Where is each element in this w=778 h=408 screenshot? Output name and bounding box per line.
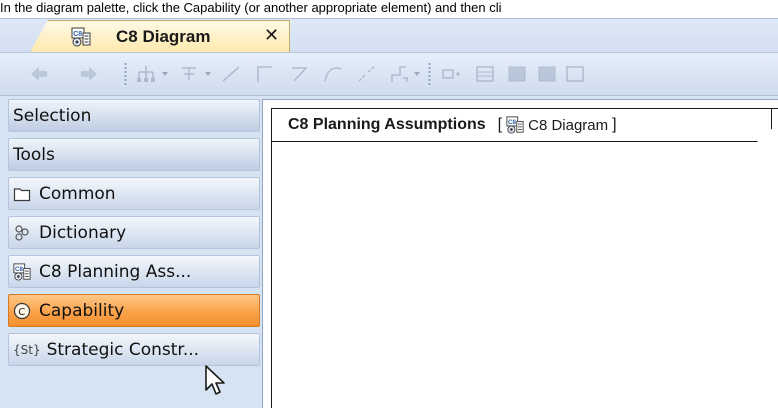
svg-text:C8: C8 [508, 119, 517, 126]
back-arrow-icon[interactable] [28, 63, 50, 85]
svg-text:C: C [18, 307, 25, 318]
fill-icon[interactable] [536, 63, 558, 85]
diagram-title[interactable]: C8 Planning Assumptions [ C8 C8 Diagram … [272, 109, 772, 142]
tab-label: C8 Diagram [116, 27, 211, 46]
palette-item-label: Strategic Constr... [46, 339, 200, 360]
folder-icon [13, 187, 31, 201]
c8-diagram-icon: C8 [13, 262, 31, 281]
chevron-down-icon[interactable] [162, 72, 168, 76]
mouse-cursor-icon [205, 365, 225, 395]
tab-strip: C8 C8 Diagram ✕ [0, 19, 778, 52]
fill-icon[interactable] [506, 63, 528, 85]
line-oblique-icon[interactable] [356, 63, 378, 85]
diagram-type: C8 Diagram [528, 116, 609, 134]
window-icon[interactable] [564, 63, 586, 85]
palette-group-common[interactable]: Common [8, 177, 260, 210]
diagram-toolbar [0, 52, 778, 96]
palette-item-label: Capability [39, 300, 125, 321]
line-bezier-icon[interactable] [322, 63, 344, 85]
palette-item-label: Selection [13, 105, 92, 126]
palette-selection[interactable]: Selection [8, 99, 260, 132]
palette-tools[interactable]: Tools [8, 138, 260, 171]
diagram-canvas[interactable]: C8 Planning Assumptions [ C8 C8 Diagram … [262, 99, 778, 408]
instruction-text: In the diagram palette, click the Capabi… [0, 0, 502, 15]
diagram-frame: C8 Planning Assumptions [ C8 C8 Diagram … [271, 108, 778, 408]
layout-hierarchy-icon[interactable] [178, 63, 200, 85]
svg-text:C8: C8 [15, 266, 24, 273]
line-straight-icon[interactable] [220, 63, 242, 85]
toolbar-grip[interactable] [124, 62, 127, 86]
chevron-down-icon[interactable] [414, 72, 420, 76]
svg-text:C8: C8 [73, 31, 82, 38]
c8-diagram-icon: C8 [506, 116, 524, 134]
forward-arrow-icon[interactable] [78, 63, 100, 85]
diagram-palette: Selection Tools Common Dictionary C8 C8 … [8, 99, 260, 408]
palette-item-label: Tools [13, 144, 55, 165]
close-icon[interactable]: ✕ [264, 25, 279, 46]
toolbar-grip[interactable] [428, 62, 431, 86]
line-orthogonal-icon[interactable] [254, 63, 276, 85]
line-route-icon[interactable] [388, 63, 410, 85]
chevron-down-icon[interactable] [205, 72, 211, 76]
strategic-constraint-icon: {St} [13, 342, 41, 357]
palette-item-label: Common [39, 183, 116, 204]
dictionary-icon [15, 224, 29, 241]
line-rectilinear-icon[interactable] [288, 63, 310, 85]
tab-c8-diagram[interactable]: C8 C8 Diagram ✕ [30, 20, 290, 52]
palette-tool-strategic-constraint[interactable]: {St} Strategic Constr... [8, 333, 260, 366]
bracket-open: [ [497, 116, 503, 133]
layout-tree-icon[interactable] [135, 63, 157, 85]
palette-group-dictionary[interactable]: Dictionary [8, 216, 260, 249]
bracket-close: ] [612, 116, 617, 133]
palette-tool-capability[interactable]: C Capability [8, 294, 260, 327]
diagram-name: C8 Planning Assumptions [288, 116, 486, 133]
palette-item-label: Dictionary [39, 222, 127, 243]
palette-item-label: C8 Planning Ass... [39, 261, 192, 282]
grid-icon[interactable] [474, 63, 496, 85]
insert-icon[interactable] [440, 63, 462, 85]
app-window: C8 C8 Diagram ✕ Selection Tools Common D… [0, 18, 778, 408]
c8-diagram-icon: C8 [71, 27, 91, 47]
palette-tool-c8-planning[interactable]: C8 C8 Planning Ass... [8, 255, 260, 288]
capability-icon: C [13, 302, 31, 319]
